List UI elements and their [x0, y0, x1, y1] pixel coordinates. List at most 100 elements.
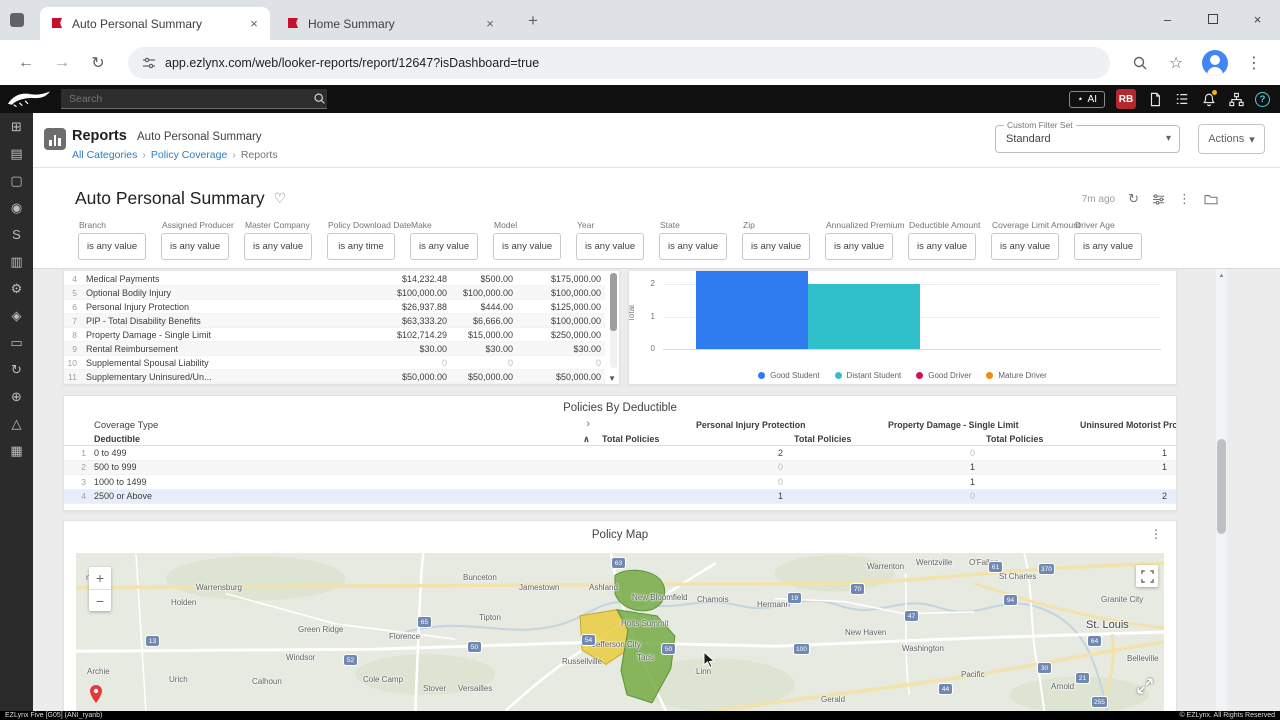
filter-value-button[interactable]: is any value — [659, 233, 727, 260]
sidebar-media-icon[interactable]: ▤ — [0, 140, 33, 167]
table-row[interactable]: 9Rental Reimbursement$30.00$30.00$30.00 — [64, 342, 605, 356]
column-group-header[interactable]: Personal Injury Protection — [598, 420, 790, 430]
total-policies-header[interactable]: Total Policies — [790, 434, 982, 444]
actions-button[interactable]: Actions ▾ — [1198, 124, 1265, 154]
kebab-menu-icon[interactable]: ⋮ — [1178, 191, 1191, 207]
breadcrumb-item[interactable]: Policy Coverage — [151, 149, 227, 161]
custom-filter-set-select[interactable]: Custom Filter Set Standard ▾ — [995, 125, 1180, 153]
org-chart-icon[interactable] — [1228, 91, 1244, 107]
table-row[interactable]: 42500 or Above102 — [64, 490, 1176, 505]
table-scrollbar[interactable] — [610, 273, 617, 368]
maximize-button[interactable] — [1190, 0, 1235, 38]
legend-item[interactable]: Distant Student — [835, 371, 902, 380]
browser-tab[interactable]: Auto Personal Summary× — [40, 7, 270, 40]
sidebar-dashboard-icon[interactable]: ⊞ — [0, 113, 33, 140]
column-group-header[interactable]: Uninsured Motorist Property Damage — [982, 420, 1174, 430]
sidebar-add-box-icon[interactable]: ⊕ — [0, 383, 33, 410]
chart-bar[interactable] — [696, 270, 808, 349]
zoom-out-button[interactable]: − — [89, 589, 111, 611]
filter-value-button[interactable]: is any value — [493, 233, 561, 260]
filter-value-button[interactable]: is any time — [327, 233, 395, 260]
filters-icon[interactable] — [1152, 193, 1165, 206]
coverage-type-header[interactable]: Coverage Type› — [64, 420, 598, 431]
breadcrumb-item[interactable]: All Categories — [72, 149, 137, 161]
legend-item[interactable]: Mature Driver — [986, 371, 1046, 380]
search-icon[interactable] — [311, 91, 327, 107]
favorite-heart-icon[interactable]: ♡ — [274, 190, 287, 207]
expand-chevron-icon[interactable]: › — [586, 418, 590, 430]
filter-value-button[interactable]: is any value — [908, 233, 976, 260]
sort-desc-icon[interactable]: ▼ — [608, 374, 616, 383]
help-icon[interactable]: ? — [1255, 92, 1270, 107]
filter-value-button[interactable]: is any value — [576, 233, 644, 260]
table-row[interactable]: 4Medical Payments$14,232.48$500.00$175,0… — [64, 272, 605, 286]
global-search[interactable] — [61, 89, 327, 109]
total-policies-header[interactable]: Total Policies — [598, 434, 790, 444]
filter-value-button[interactable]: is any value — [410, 233, 478, 260]
ezlynx-logo[interactable] — [6, 89, 52, 109]
map-fullscreen-button[interactable] — [1136, 565, 1158, 587]
bookmark-star-icon[interactable]: ☆ — [1162, 49, 1190, 77]
sidebar-library-icon[interactable]: ▭ — [0, 329, 33, 356]
filter-value-button[interactable]: is any value — [742, 233, 810, 260]
folder-icon[interactable] — [1204, 193, 1218, 205]
scroll-up-arrow[interactable]: ▲ — [1216, 273, 1227, 279]
back-button[interactable]: ← — [12, 49, 40, 77]
sidebar-settings-icon[interactable]: ⚙ — [0, 275, 33, 302]
map-expand-icon[interactable] — [1136, 677, 1154, 695]
tab-close-icon[interactable]: × — [246, 16, 262, 32]
table-row[interactable]: 8Property Damage - Single Limit$102,714.… — [64, 328, 605, 342]
profile-avatar[interactable] — [1202, 50, 1228, 76]
map-canvas[interactable]: nt HillWarrensburgHoldenGreen RidgeWinds… — [76, 553, 1164, 711]
filter-value-button[interactable]: is any value — [161, 233, 229, 260]
sort-asc-icon[interactable]: ∧ — [583, 434, 590, 445]
search-input[interactable] — [61, 93, 311, 105]
table-row[interactable]: 31000 to 149901 — [64, 475, 1176, 490]
new-tab-button[interactable]: + — [522, 10, 544, 32]
ai-button[interactable]: ⋆ AI — [1069, 91, 1105, 108]
filter-value-button[interactable]: is any value — [244, 233, 312, 260]
browser-menu-icon[interactable]: ⋮ — [1240, 49, 1268, 77]
document-icon[interactable] — [1147, 91, 1163, 107]
table-row[interactable]: 6Personal Injury Protection$26,937.88$44… — [64, 300, 605, 314]
sidebar-key-icon[interactable]: ◈ — [0, 302, 33, 329]
deductible-sort-header[interactable]: Deductible∧ — [64, 434, 598, 444]
scrollbar-thumb[interactable] — [1217, 439, 1226, 534]
site-info-icon[interactable] — [142, 56, 156, 70]
browser-profile-icon[interactable] — [10, 13, 24, 27]
sidebar-analytics-icon[interactable]: ▥ — [0, 248, 33, 275]
minimize-button[interactable]: – — [1145, 0, 1190, 38]
notifications-icon[interactable] — [1201, 91, 1217, 107]
sidebar-archive-icon[interactable]: ▦ — [0, 437, 33, 464]
chart-bar[interactable] — [808, 284, 920, 349]
table-row[interactable]: 10 to 499201 — [64, 446, 1176, 461]
table-row[interactable]: 5Optional Bodily Injury$100,000.00$100,0… — [64, 286, 605, 300]
task-list-icon[interactable] — [1174, 91, 1190, 107]
legend-item[interactable]: Good Student — [758, 371, 819, 380]
browser-tab[interactable]: Home Summary× — [276, 7, 506, 40]
filter-value-button[interactable]: is any value — [1074, 233, 1142, 260]
address-bar[interactable]: app.ezlynx.com/web/looker-reports/report… — [128, 47, 1110, 79]
sidebar-folder-icon[interactable]: ▢ — [0, 167, 33, 194]
sidebar-contacts-icon[interactable]: ◉ — [0, 194, 33, 221]
filter-value-button[interactable]: is any value — [991, 233, 1059, 260]
forward-button[interactable]: → — [48, 49, 76, 77]
kebab-menu-icon[interactable]: ⋮ — [1150, 527, 1162, 541]
sidebar-s-badge-icon[interactable]: S — [0, 221, 33, 248]
total-policies-header[interactable]: Total Policies — [982, 434, 1174, 444]
refresh-icon[interactable]: ↻ — [1128, 191, 1139, 207]
close-button[interactable]: × — [1235, 0, 1280, 38]
table-row[interactable]: 10Supplemental Spousal Liability000 — [64, 356, 605, 370]
filter-value-button[interactable]: is any value — [825, 233, 893, 260]
sidebar-lab-icon[interactable]: △ — [0, 410, 33, 437]
column-group-header[interactable]: Property Damage - Single Limit — [790, 420, 982, 430]
sidebar-sync-icon[interactable]: ↻ — [0, 356, 33, 383]
zoom-in-button[interactable]: + — [89, 567, 111, 589]
reload-button[interactable]: ↻ — [84, 49, 112, 77]
scrollbar-thumb[interactable] — [610, 273, 617, 331]
table-row[interactable]: 11Supplementary Uninsured/Un...$50,000.0… — [64, 370, 605, 384]
user-avatar[interactable]: RB — [1116, 89, 1136, 109]
filter-value-button[interactable]: is any value — [78, 233, 146, 260]
table-row[interactable]: 2500 to 999011 — [64, 461, 1176, 476]
table-row[interactable]: 7PIP - Total Disability Benefits$63,333.… — [64, 314, 605, 328]
